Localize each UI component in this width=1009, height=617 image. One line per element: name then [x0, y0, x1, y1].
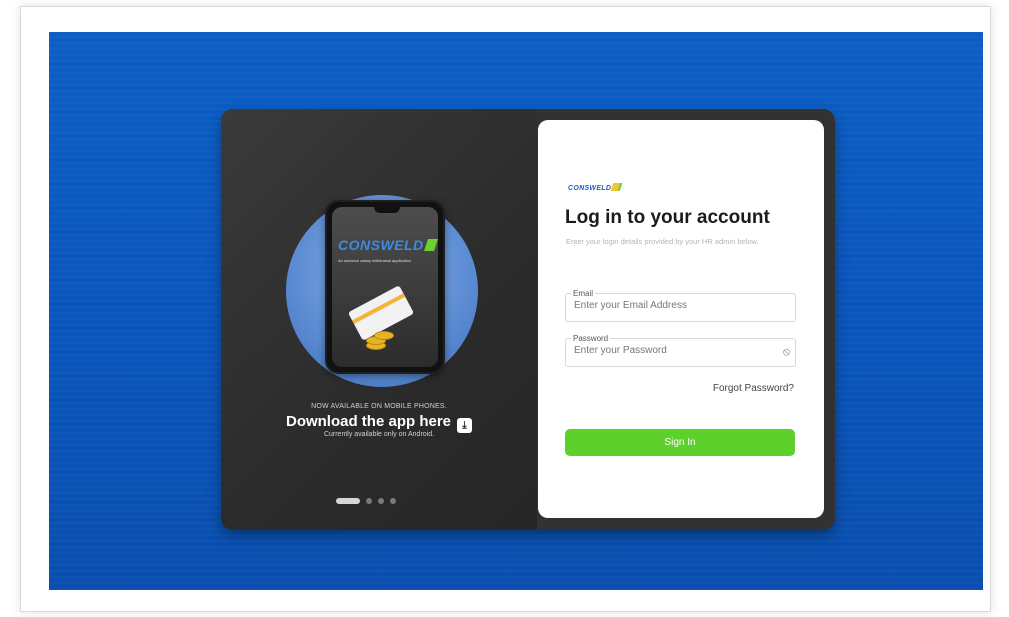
carousel-dot-4[interactable]	[390, 498, 396, 504]
eye-off-icon[interactable]: ⦸	[783, 346, 790, 358]
forgot-password-link[interactable]: Forgot Password?	[713, 383, 794, 394]
download-headline[interactable]: Download the app here ⤓	[221, 413, 537, 433]
email-field[interactable]: Email	[565, 289, 796, 322]
carousel-dot-3[interactable]	[378, 498, 384, 504]
password-label: Password	[571, 334, 611, 344]
email-label: Email	[571, 289, 596, 299]
sign-in-button[interactable]: Sign In	[565, 429, 795, 456]
promo-panel: CONSWELD An advance salary withdrawal ap…	[221, 109, 537, 530]
phone-tagline: An advance salary withdrawal application	[338, 258, 412, 263]
phone-screen: CONSWELD An advance salary withdrawal ap…	[332, 207, 438, 367]
brand-logo: CONSWELD	[568, 183, 623, 192]
login-form-panel: CONSWELD Log in to your account Enter yo…	[538, 120, 824, 518]
coins-illustration	[364, 327, 394, 350]
android-note: Currently available only on Android.	[323, 431, 435, 438]
page-subtitle: Enter your login details provided by you…	[566, 237, 759, 246]
download-headline-label[interactable]: Download the app here	[286, 413, 451, 430]
password-field[interactable]: Password ⦸	[565, 334, 796, 367]
page-title: Log in to your account	[565, 207, 770, 228]
email-input[interactable]	[574, 300, 774, 311]
carousel-dot-2[interactable]	[366, 498, 372, 504]
carousel-dot-1[interactable]	[336, 498, 360, 504]
availability-text: NOW AVAILABLE ON MOBILE PHONES.	[311, 403, 447, 410]
login-card: CONSWELD An advance salary withdrawal ap…	[221, 109, 835, 530]
phone-notch	[374, 207, 400, 213]
phone-illustration: CONSWELD An advance salary withdrawal ap…	[325, 200, 445, 374]
password-input[interactable]	[574, 345, 774, 356]
phone-brand-logo: CONSWELD	[338, 237, 438, 253]
carousel-dots[interactable]	[336, 498, 396, 504]
